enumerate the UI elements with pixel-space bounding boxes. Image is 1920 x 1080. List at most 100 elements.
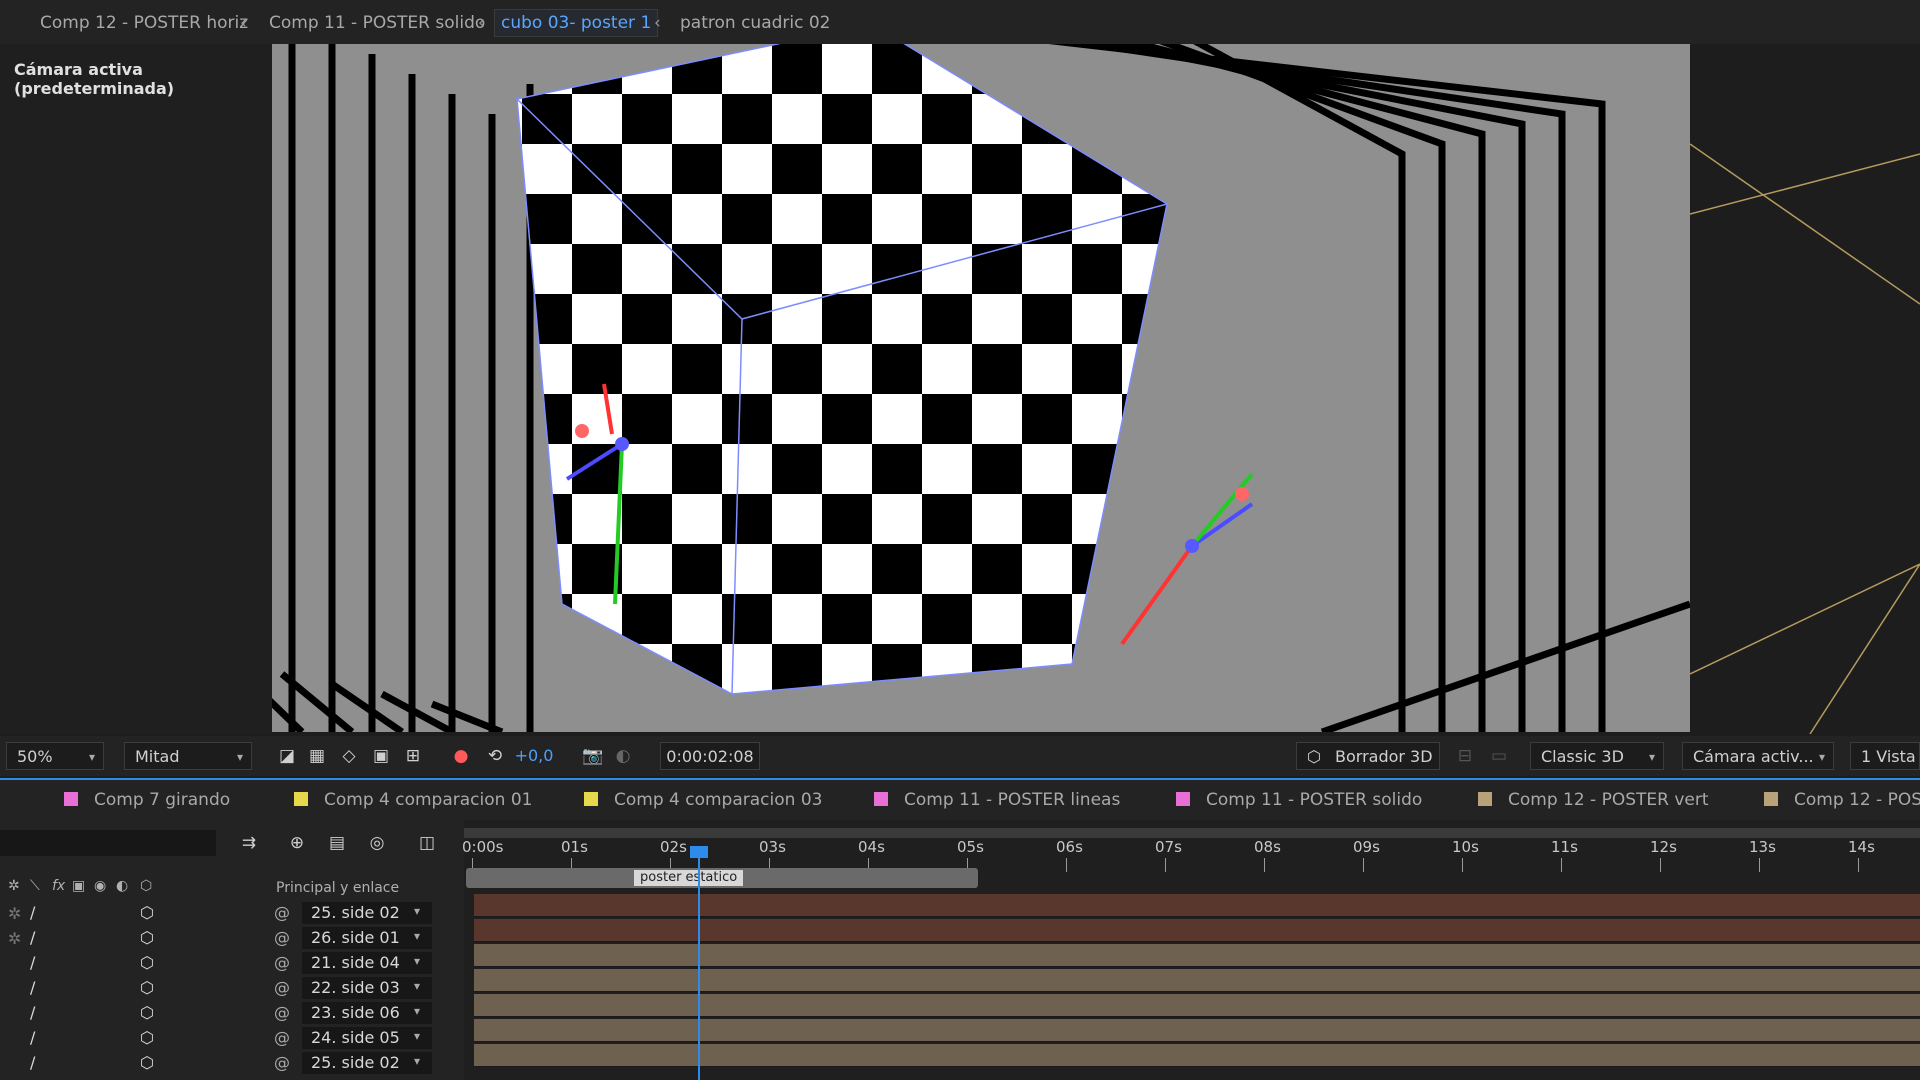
label-color-swatch xyxy=(294,792,308,806)
layer-row[interactable]: / ⬡ @ 24. side 05 ▾ xyxy=(0,1027,464,1051)
viewer-left-panel: Cámara activa (predeterminada) xyxy=(0,44,272,734)
layer-duration-bar[interactable] xyxy=(474,919,1920,942)
resolution-select[interactable]: Mitad ▾ xyxy=(124,742,252,770)
frame-blending-icon[interactable]: ▤ xyxy=(326,832,348,854)
layer-column-header: ✲ ⟍ fx ▣ ◉ ◐ ⬡ Principal y enlace xyxy=(0,876,464,902)
quality-switch-icon[interactable]: / xyxy=(30,928,35,947)
layer-row[interactable]: ✲ / ⬡ @ 25. side 02 ▾ xyxy=(0,902,464,926)
3d-switch-icon[interactable]: ⬡ xyxy=(140,903,154,922)
chevron-down-icon: ▾ xyxy=(88,750,95,764)
show-snapshot-icon[interactable]: ◐ xyxy=(612,745,634,767)
3d-switch-icon[interactable]: ⬡ xyxy=(140,1003,154,1022)
parent-select[interactable]: 24. side 05 xyxy=(302,1027,432,1049)
parent-select[interactable]: 25. side 02 xyxy=(302,902,432,924)
pickwhip-icon[interactable]: @ xyxy=(274,1003,290,1022)
layer-duration-bar[interactable] xyxy=(474,944,1920,967)
parent-layer-name: 25. side 02 xyxy=(311,1053,400,1072)
tab-comp12-poster-vert[interactable]: Comp 12 - POSTER vert xyxy=(1478,780,1709,820)
reset-exposure-icon[interactable]: ⟲ xyxy=(484,745,506,767)
shy-switch-icon[interactable]: ✲ xyxy=(8,929,21,948)
pickwhip-icon[interactable]: @ xyxy=(274,903,290,922)
quality-switch-icon[interactable]: / xyxy=(30,978,35,997)
guides-icon[interactable]: ⊞ xyxy=(402,745,424,767)
layer-row[interactable]: / ⬡ @ 23. side 06 ▾ xyxy=(0,1002,464,1026)
3d-switch-icon[interactable]: ⬡ xyxy=(140,928,154,947)
quality-switch-icon[interactable]: / xyxy=(30,953,35,972)
work-area-bar[interactable] xyxy=(464,828,1920,838)
3d-view-select[interactable]: Cámara activ... ▾ xyxy=(1682,742,1834,770)
transparency-grid-icon[interactable]: ▦ xyxy=(306,745,328,767)
viewport-canvas[interactable] xyxy=(272,44,1690,732)
pickwhip-icon[interactable]: @ xyxy=(274,953,290,972)
layer-search-input[interactable] xyxy=(0,830,216,856)
parent-select[interactable]: 25. side 02 xyxy=(302,1052,432,1074)
layer-row[interactable]: ✲ / ⬡ @ 26. side 01 ▾ xyxy=(0,927,464,951)
timeline-tracks[interactable]: 0:00s 01s 02s 03s 04s 05s 06s 07s 08s 09s 10s 11s 12… xyxy=(462,820,1920,1080)
playhead-handle[interactable] xyxy=(690,846,708,858)
tab-comp12-poste[interactable]: Comp 12 - POSTE xyxy=(1764,780,1920,820)
renderer-value: Classic 3D xyxy=(1541,747,1624,766)
3d-ground-plane-icon[interactable]: ⊟ xyxy=(1454,745,1476,767)
3d-switch-icon[interactable]: ⬡ xyxy=(140,1053,154,1072)
parent-select[interactable]: 26. side 01 xyxy=(302,927,432,949)
3d-switch-icon[interactable]: ⬡ xyxy=(140,978,154,997)
tab-comp7-girando[interactable]: Comp 7 girando xyxy=(64,780,230,820)
quality-switch-icon[interactable]: / xyxy=(30,903,35,922)
region-of-interest-icon[interactable]: ▣ xyxy=(370,745,392,767)
tab-comp4-comparacion03[interactable]: Comp 4 comparacion 03 xyxy=(584,780,822,820)
layer-duration-bar[interactable] xyxy=(474,994,1920,1017)
tab-comp4-comparacion01[interactable]: Comp 4 comparacion 01 xyxy=(294,780,532,820)
composition-viewport[interactable] xyxy=(272,44,1690,732)
composition-mini-flowchart-icon[interactable]: ⇉ xyxy=(238,832,260,854)
chevron-left-icon: ‹ xyxy=(478,13,485,33)
breadcrumb-item-comp12-poster-horiz[interactable]: Comp 12 - POSTER horiz xyxy=(40,10,248,36)
layer-duration-bar[interactable] xyxy=(474,894,1920,917)
quality-switch-icon[interactable]: / xyxy=(30,1003,35,1022)
3d-switch-icon[interactable]: ⬡ xyxy=(140,953,154,972)
motion-blur-icon[interactable]: ◎ xyxy=(366,832,388,854)
draft-3d-toggle[interactable]: ⬡ Borrador 3D xyxy=(1296,742,1440,770)
current-time-indicator[interactable] xyxy=(698,848,700,1080)
ruler-tick-label: 04s xyxy=(858,838,885,856)
timeline-layer-panel: ⇉ ⊕ ▤ ◎ ◫ ✲ ⟍ fx ▣ ◉ ◐ ⬡ Principal y enl… xyxy=(0,820,464,1080)
camera-snapshot-icon[interactable]: 📷 xyxy=(582,745,604,767)
layer-duration-bar[interactable] xyxy=(474,969,1920,992)
layer-row[interactable]: / ⬡ @ 21. side 04 ▾ xyxy=(0,952,464,976)
chevron-down-icon: ▾ xyxy=(414,1054,421,1068)
chevron-down-icon: ▾ xyxy=(236,750,243,764)
color-channels-icon[interactable]: ● xyxy=(450,745,472,767)
layer-duration-bar[interactable] xyxy=(474,1019,1920,1042)
comp-marker-label[interactable]: poster estatico xyxy=(634,870,744,886)
parent-select[interactable]: 23. side 06 xyxy=(302,1002,432,1024)
shy-switch-icon[interactable]: ✲ xyxy=(8,904,21,923)
breadcrumb-item-cubo03-poster1[interactable]: cubo 03- poster 1 xyxy=(494,9,659,37)
quality-switch-icon[interactable]: / xyxy=(30,1053,35,1072)
layer-duration-bar[interactable] xyxy=(474,1044,1920,1067)
pickwhip-icon[interactable]: @ xyxy=(274,1028,290,1047)
3d-switch-icon[interactable]: ⬡ xyxy=(140,1028,154,1047)
draft-3d-timeline-icon[interactable]: ⊕ xyxy=(286,832,308,854)
parent-layer-name: 24. side 05 xyxy=(311,1028,400,1047)
pickwhip-icon[interactable]: @ xyxy=(274,928,290,947)
tab-comp11-poster-lineas[interactable]: Comp 11 - POSTER lineas xyxy=(874,780,1120,820)
view-layout-select[interactable]: 1 Vista xyxy=(1850,742,1920,770)
breadcrumb-item-comp11-poster-solido[interactable]: Comp 11 - POSTER solido xyxy=(269,10,485,36)
breadcrumb-item-patron-cuadric-02[interactable]: patron cuadric 02 xyxy=(680,10,831,36)
parent-select[interactable]: 21. side 04 xyxy=(302,952,432,974)
renderer-select[interactable]: Classic 3D ▾ xyxy=(1530,742,1664,770)
snapshot-region-icon[interactable]: ◪ xyxy=(276,745,298,767)
layer-row[interactable]: / ⬡ @ 25. side 02 ▾ xyxy=(0,1052,464,1076)
viewer-right-panel xyxy=(1689,44,1920,735)
zoom-select[interactable]: 50% ▾ xyxy=(6,742,104,770)
quality-switch-icon[interactable]: / xyxy=(30,1028,35,1047)
timecode-display[interactable]: 0:00:02:08 xyxy=(660,742,760,770)
layer-row[interactable]: / ⬡ @ 22. side 03 ▾ xyxy=(0,977,464,1001)
tab-comp11-poster-solido[interactable]: Comp 11 - POSTER solido xyxy=(1176,780,1422,820)
parent-select[interactable]: 22. side 03 xyxy=(302,977,432,999)
pickwhip-icon[interactable]: @ xyxy=(274,1053,290,1072)
pickwhip-icon[interactable]: @ xyxy=(274,978,290,997)
exposure-value[interactable]: +0,0 xyxy=(514,745,554,767)
mask-path-icon[interactable]: ◇ xyxy=(338,745,360,767)
extended-viewer-icon[interactable]: ▭ xyxy=(1488,745,1510,767)
graph-editor-icon[interactable]: ◫ xyxy=(416,832,438,854)
